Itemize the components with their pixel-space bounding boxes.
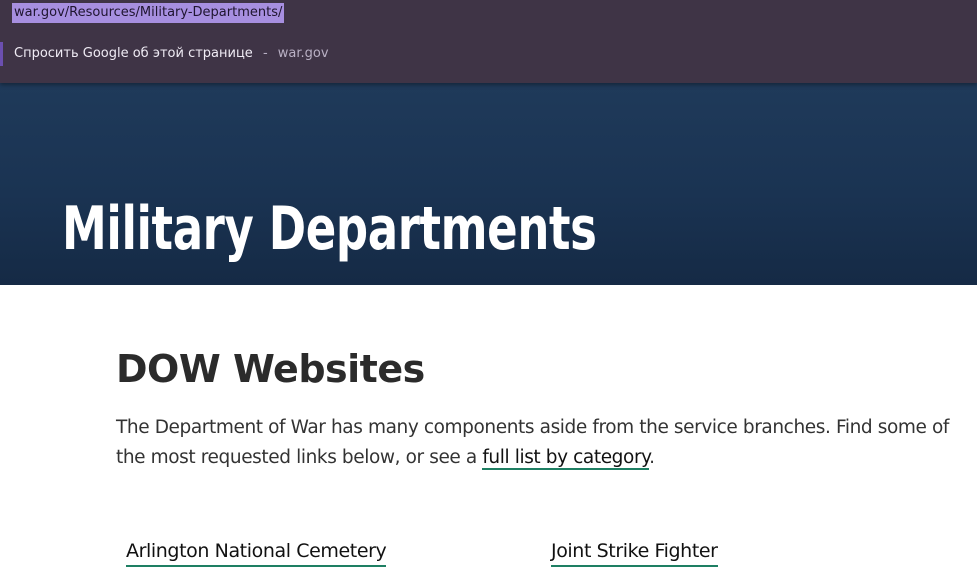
suggestion-label: Спросить Google об этой странице (14, 46, 253, 61)
joint-strike-fighter-link[interactable]: Joint Strike Fighter (551, 537, 718, 567)
full-list-by-category-link[interactable]: full list by category (482, 447, 649, 470)
suggestion-separator: - (262, 46, 268, 61)
omnibox-suggestion[interactable]: Спросить Google об этой странице - war.g… (0, 40, 977, 68)
page-title: Military Departments (62, 194, 597, 264)
page-hero-banner: Military Departments (0, 83, 977, 285)
intro-text-end: . (649, 447, 655, 468)
omnibox-dropdown: war.gov/Resources/Military-Departments/ … (0, 0, 977, 83)
suggestion-content: Спросить Google об этой странице - war.g… (14, 44, 329, 64)
suggestion-selection-indicator (0, 42, 3, 66)
intro-paragraph: The Department of War has many component… (116, 413, 966, 473)
arlington-national-cemetery-link[interactable]: Arlington National Cemetery (126, 537, 387, 567)
address-bar-url[interactable]: war.gov/Resources/Military-Departments/ (12, 3, 285, 23)
section-heading: DOW Websites (116, 347, 425, 391)
suggestion-domain: war.gov (277, 46, 329, 61)
